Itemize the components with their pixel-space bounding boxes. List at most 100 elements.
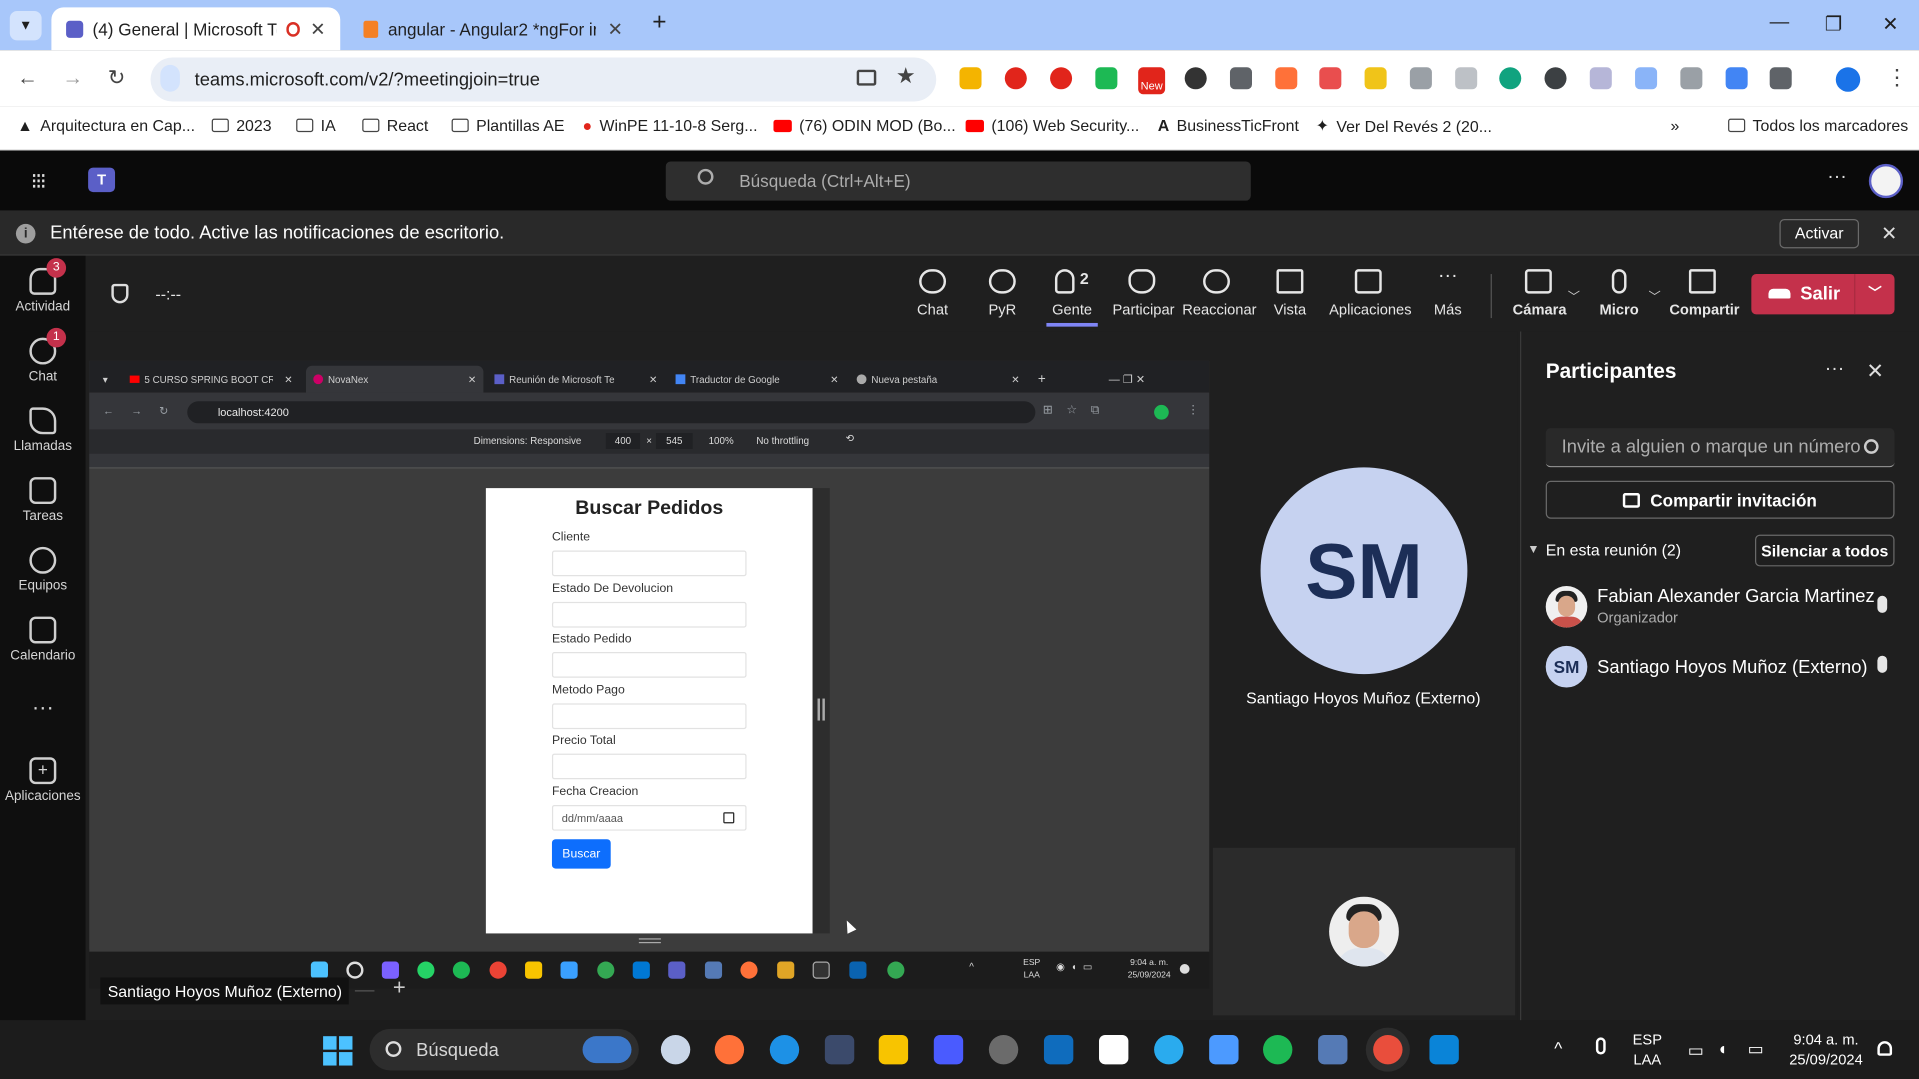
mic-options-icon[interactable]: ﹀	[1649, 286, 1661, 304]
network-icon[interactable]: ▭	[1688, 1040, 1704, 1061]
extension-icon[interactable]	[1680, 67, 1703, 90]
people-button[interactable]: 2 Gente	[1046, 269, 1098, 327]
mic-site-icon[interactable]	[160, 64, 180, 92]
taskbar-app-icon[interactable]	[988, 1034, 1019, 1065]
tray-language[interactable]: ESP LAA	[1629, 1030, 1666, 1069]
chat-button[interactable]: Chat	[913, 269, 952, 318]
extension-icon[interactable]	[1544, 67, 1567, 90]
forward-icon[interactable]: →	[62, 66, 83, 90]
profile-avatar[interactable]	[1835, 67, 1861, 92]
browser-tab-angular[interactable]: angular - Angular2 *ngFor in se ✕	[349, 7, 638, 50]
rail-apps[interactable]: + Aplicaciones	[0, 757, 86, 804]
extension-icon[interactable]	[1184, 67, 1207, 90]
extension-icon[interactable]	[1275, 67, 1298, 90]
bookmark-folder[interactable]: 2023	[211, 116, 272, 135]
all-bookmarks[interactable]: Todos los marcadores	[1728, 116, 1908, 135]
outlook-icon[interactable]	[1043, 1034, 1074, 1065]
windows-start-icon[interactable]	[323, 1036, 353, 1066]
install-app-icon[interactable]	[856, 69, 877, 86]
extension-icon[interactable]	[1725, 67, 1748, 90]
telegram-icon[interactable]	[1154, 1034, 1184, 1065]
bookmark-item[interactable]: (76) ODIN MOD (Bo...	[773, 116, 956, 135]
extension-icon[interactable]	[1095, 67, 1118, 90]
view-button[interactable]: Vista	[1270, 269, 1309, 318]
adblock-icon[interactable]	[1050, 67, 1073, 90]
more-bookmarks-icon[interactable]: »	[1671, 116, 1680, 134]
bookmark-folder[interactable]: IA	[296, 116, 336, 135]
raise-hand-button[interactable]: Participar	[1112, 269, 1175, 318]
extension-icon[interactable]	[1635, 67, 1658, 90]
camera-options-icon[interactable]: ﹀	[1568, 286, 1580, 304]
taskbar-app-icon[interactable]	[660, 1034, 691, 1065]
extension-icon[interactable]	[1455, 67, 1478, 90]
qa-button[interactable]: PyR	[983, 269, 1022, 318]
rail-chat[interactable]: 1 Chat	[0, 327, 86, 384]
panel-more-icon[interactable]: ···	[1825, 358, 1845, 380]
rail-teams[interactable]: Equipos	[0, 546, 86, 593]
rail-activity[interactable]: 3 Actividad	[0, 258, 86, 314]
share-button[interactable]: Compartir	[1669, 269, 1740, 318]
activate-notifications-button[interactable]: Activar	[1779, 218, 1860, 249]
rail-calendar[interactable]: Calendario	[0, 616, 86, 663]
battery-icon[interactable]: ▭	[1748, 1039, 1764, 1060]
taskbar-app-icon[interactable]	[1209, 1034, 1239, 1065]
camera-button[interactable]: Cámara	[1513, 269, 1567, 318]
minimize-icon[interactable]: —	[1770, 12, 1790, 34]
spotify-icon[interactable]	[1263, 1034, 1293, 1065]
tray-overflow-icon[interactable]: ^	[1554, 1039, 1562, 1059]
rail-more-icon[interactable]: ···	[0, 695, 86, 721]
apps-button[interactable]: Aplicaciones	[1329, 269, 1412, 318]
tray-mic-icon[interactable]	[1595, 1037, 1606, 1055]
tray-clock[interactable]: 9:04 a. m. 25/09/2024	[1778, 1030, 1873, 1069]
chrome-dev-icon[interactable]	[1373, 1034, 1403, 1065]
docker-icon[interactable]	[769, 1034, 800, 1065]
url-bar[interactable]: teams.microsoft.com/v2/?meetingjoin=true	[150, 57, 937, 102]
taskbar-app-icon[interactable]	[824, 1034, 855, 1065]
extension-icon[interactable]	[1589, 67, 1612, 90]
settings-more-icon[interactable]: ···	[1827, 166, 1847, 188]
extension-icon[interactable]	[1004, 67, 1027, 90]
rail-calls[interactable]: Llamadas	[0, 407, 86, 454]
close-banner-icon[interactable]: ✕	[1881, 221, 1897, 245]
taskbar-app-icon[interactable]	[933, 1034, 964, 1065]
bookmark-star-icon[interactable]: ★	[896, 64, 916, 90]
extension-icon[interactable]	[1319, 67, 1342, 90]
close-window-icon[interactable]: ✕	[1882, 12, 1898, 36]
teams-search-input[interactable]: Búsqueda (Ctrl+Alt+E)	[665, 161, 1251, 201]
extension-icon[interactable]	[1364, 67, 1387, 90]
extension-icon[interactable]	[1229, 67, 1252, 90]
pgadmin-icon[interactable]	[1318, 1034, 1348, 1065]
restore-icon[interactable]: ❐	[1825, 12, 1843, 36]
mic-button[interactable]: Micro	[1598, 269, 1640, 318]
collapse-section-icon[interactable]: ▼	[1527, 543, 1539, 556]
more-button[interactable]: ··· Más	[1429, 266, 1466, 318]
firefox-icon[interactable]	[714, 1034, 745, 1065]
extension-icon[interactable]	[959, 67, 982, 90]
new-tab-icon[interactable]: +	[652, 9, 666, 37]
file-explorer-icon[interactable]	[878, 1034, 909, 1065]
reload-icon[interactable]: ↻	[108, 66, 125, 90]
bookmark-item[interactable]: ✦ Ver Del Revés 2 (20...	[1316, 116, 1492, 136]
participant-row[interactable]: Fabian Alexander Garcia Martinez Organiz…	[1545, 585, 1901, 630]
vscode-icon[interactable]	[1429, 1034, 1459, 1065]
tab-search-button[interactable]: ▼	[9, 11, 42, 41]
participant-row[interactable]: SM Santiago Hoyos Muñoz (Externo)	[1545, 645, 1901, 690]
user-avatar[interactable]	[1868, 163, 1904, 199]
extension-new-icon[interactable]: New	[1138, 67, 1166, 95]
mute-all-button[interactable]: Silenciar a todos	[1755, 534, 1895, 567]
bookmark-item[interactable]: A BusinessTicFront	[1158, 116, 1299, 134]
extensions-puzzle-icon[interactable]	[1769, 67, 1792, 90]
bookmark-item[interactable]: ▲ Arquitectura en Cap...	[17, 116, 195, 134]
chrome-menu-icon[interactable]: ⋮	[1886, 65, 1908, 91]
notification-bell-icon[interactable]	[1877, 1041, 1893, 1056]
extension-icon[interactable]	[1409, 67, 1432, 90]
volume-icon[interactable]: ◖	[1717, 1039, 1727, 1059]
bookmark-folder[interactable]: Plantillas AE	[451, 116, 565, 135]
back-icon[interactable]: ←	[17, 66, 38, 90]
invite-input[interactable]: Invite a alguien o marque un número	[1545, 428, 1895, 468]
browser-tab-teams[interactable]: (4) General | Microsoft Team ✕	[51, 7, 341, 51]
leave-button[interactable]: Salir ﹀	[1751, 274, 1895, 315]
react-button[interactable]: Reaccionar	[1182, 269, 1257, 318]
taskbar-search[interactable]: Búsqueda	[369, 1028, 639, 1071]
leave-options-icon[interactable]: ﹀	[1854, 274, 1894, 315]
